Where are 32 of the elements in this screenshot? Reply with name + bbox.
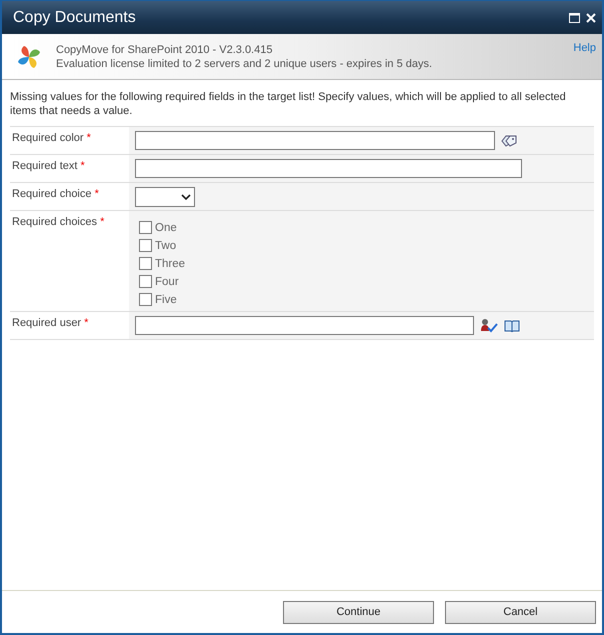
checkbox[interactable] xyxy=(139,239,152,252)
checkbox-label: Two xyxy=(155,240,176,252)
license-text: Evaluation license limited to 2 servers and 2 unique users - expires in 5 days. xyxy=(56,58,434,70)
product-name: CopyMove for SharePoint 2010 - V2.3.0.415 xyxy=(56,44,274,56)
text-field[interactable] xyxy=(135,159,522,178)
check-names-icon[interactable] xyxy=(480,318,498,332)
close-icon[interactable] xyxy=(586,12,596,22)
checkbox-label: Three xyxy=(155,258,186,270)
tags-icon[interactable] xyxy=(501,134,517,146)
field-label: Required choice * xyxy=(11,187,100,202)
maximize-icon[interactable] xyxy=(569,12,580,22)
checkbox[interactable] xyxy=(139,257,152,270)
field-label: Required user * xyxy=(11,316,90,331)
field-label: Required choices * xyxy=(11,215,106,230)
field-label: Required text * xyxy=(11,159,86,174)
color-field[interactable] xyxy=(135,131,495,150)
cancel-button[interactable]: Cancel xyxy=(445,600,596,624)
logo-icon xyxy=(16,44,42,70)
chevron-icon xyxy=(181,194,191,200)
choice-dropdown[interactable] xyxy=(135,186,195,206)
window-title: Copy Documents xyxy=(13,8,136,26)
user-field[interactable] xyxy=(135,316,474,335)
address-book-icon[interactable] xyxy=(504,319,520,332)
continue-button[interactable]: Continue xyxy=(283,600,434,624)
message-text: Missing values for the following required fields in the target list! Specify values, which will be applied to all selected items that needs a value. xyxy=(10,90,567,118)
field-label: Required color * xyxy=(11,131,92,146)
checkbox-label: Four xyxy=(155,276,179,288)
checkbox-label: One xyxy=(155,222,177,234)
checkbox-label: Five xyxy=(155,294,177,306)
checkbox[interactable] xyxy=(139,221,152,234)
checkbox[interactable] xyxy=(139,275,152,288)
checkbox[interactable] xyxy=(139,293,152,306)
